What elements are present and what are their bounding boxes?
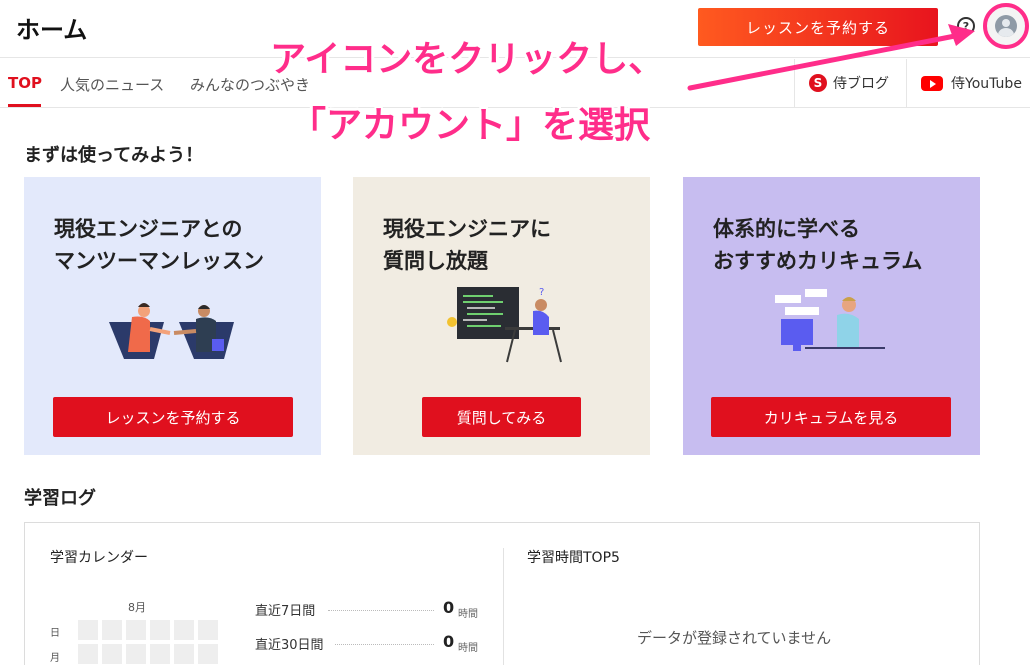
calendar-cell xyxy=(150,620,170,640)
learning-log-panel: 学習カレンダー 8月 日 月 直近7日間 0 時間 直近30日間 0 時間 学習… xyxy=(24,522,980,665)
lesson-illustration xyxy=(109,303,234,359)
reserve-lesson-button[interactable]: レッスンを予約する xyxy=(698,8,938,46)
active-tab-indicator xyxy=(8,104,41,107)
blog-icon: S xyxy=(809,74,827,92)
page-title: ホーム xyxy=(16,16,88,44)
avatar-button[interactable] xyxy=(983,3,1029,49)
question-card-title: 現役エンジニアに 質問し放題 xyxy=(383,213,551,277)
stat-30days-value: 0 xyxy=(443,632,455,651)
calendar-cell xyxy=(126,644,146,664)
calendar-cell xyxy=(126,620,146,640)
lesson-card-title: 現役エンジニアとの マンツーマンレッスン xyxy=(54,213,264,277)
annotation-line2: 「アカウント」を選択 xyxy=(290,105,651,146)
stat-7days-leader xyxy=(328,610,434,611)
top5-title: 学習時間TOP5 xyxy=(527,550,620,566)
stat-7days-value: 0 xyxy=(443,598,455,617)
calendar-cell xyxy=(102,620,122,640)
calendar-cell xyxy=(102,644,122,664)
log-divider xyxy=(503,548,504,665)
calendar-month: 8月 xyxy=(128,601,146,614)
calendar-cell xyxy=(198,620,218,640)
calendar-cell xyxy=(174,644,194,664)
samurai-blog-label: 侍ブログ xyxy=(833,76,889,92)
lesson-reserve-button[interactable]: レッスンを予約する xyxy=(53,397,293,437)
calendar-cell xyxy=(150,644,170,664)
question-card-title-line1: 現役エンジニアに xyxy=(383,217,551,241)
top5-empty-message: データが登録されていません xyxy=(637,629,832,647)
lesson-card-title-line1: 現役エンジニアとの xyxy=(54,217,243,241)
lesson-card-title-line2: マンツーマンレッスン xyxy=(54,249,264,273)
curriculum-illustration xyxy=(775,289,885,351)
samurai-youtube-link[interactable]: 侍YouTube xyxy=(906,59,1030,107)
question-card-title-line2: 質問し放題 xyxy=(383,249,488,273)
tab-top[interactable]: TOP xyxy=(8,74,42,92)
tab-popular-news[interactable]: 人気のニュース xyxy=(60,74,164,95)
log-heading: 学習ログ xyxy=(24,488,96,509)
samurai-youtube-label: 侍YouTube xyxy=(951,76,1022,92)
help-icon[interactable]: ? xyxy=(957,17,975,35)
stat-30days-label: 直近30日間 xyxy=(255,638,324,653)
calendar-title: 学習カレンダー xyxy=(50,550,148,566)
youtube-icon xyxy=(921,75,943,91)
question-card: 現役エンジニアに 質問し放題 ? 質問してみる xyxy=(353,177,650,455)
stat-7days-label: 直近7日間 xyxy=(255,604,316,619)
ask-question-button[interactable]: 質問してみる xyxy=(422,397,581,437)
curriculum-card-title-line1: 体系的に学べる xyxy=(713,217,860,241)
curriculum-card: 体系的に学べる おすすめカリキュラム カリキュラムを見る xyxy=(683,177,980,455)
annotation-line1: アイコンをクリックし、 xyxy=(270,39,665,80)
calendar-day-mon: 月 xyxy=(50,653,60,664)
question-illustration: ? xyxy=(447,287,562,363)
calendar-cell xyxy=(78,644,98,664)
curriculum-card-title-line2: おすすめカリキュラム xyxy=(713,249,923,273)
view-curriculum-button[interactable]: カリキュラムを見る xyxy=(711,397,951,437)
samurai-blog-link[interactable]: S 侍ブログ xyxy=(794,59,906,107)
avatar-icon[interactable] xyxy=(995,15,1017,37)
lesson-card: 現役エンジニアとの マンツーマンレッスン レッスンを予約する xyxy=(24,177,321,455)
stat-7days-unit: 時間 xyxy=(458,609,478,620)
stat-30days-leader xyxy=(335,644,434,645)
intro-heading: まずは使ってみよう！ xyxy=(24,145,204,166)
curriculum-card-title: 体系的に学べる おすすめカリキュラム xyxy=(713,213,922,277)
calendar-cell xyxy=(174,620,194,640)
stat-30days-unit: 時間 xyxy=(458,643,478,654)
calendar-cell xyxy=(78,620,98,640)
svg-text:?: ? xyxy=(539,287,544,298)
calendar-day-sun: 日 xyxy=(50,628,60,639)
calendar-cell xyxy=(198,644,218,664)
